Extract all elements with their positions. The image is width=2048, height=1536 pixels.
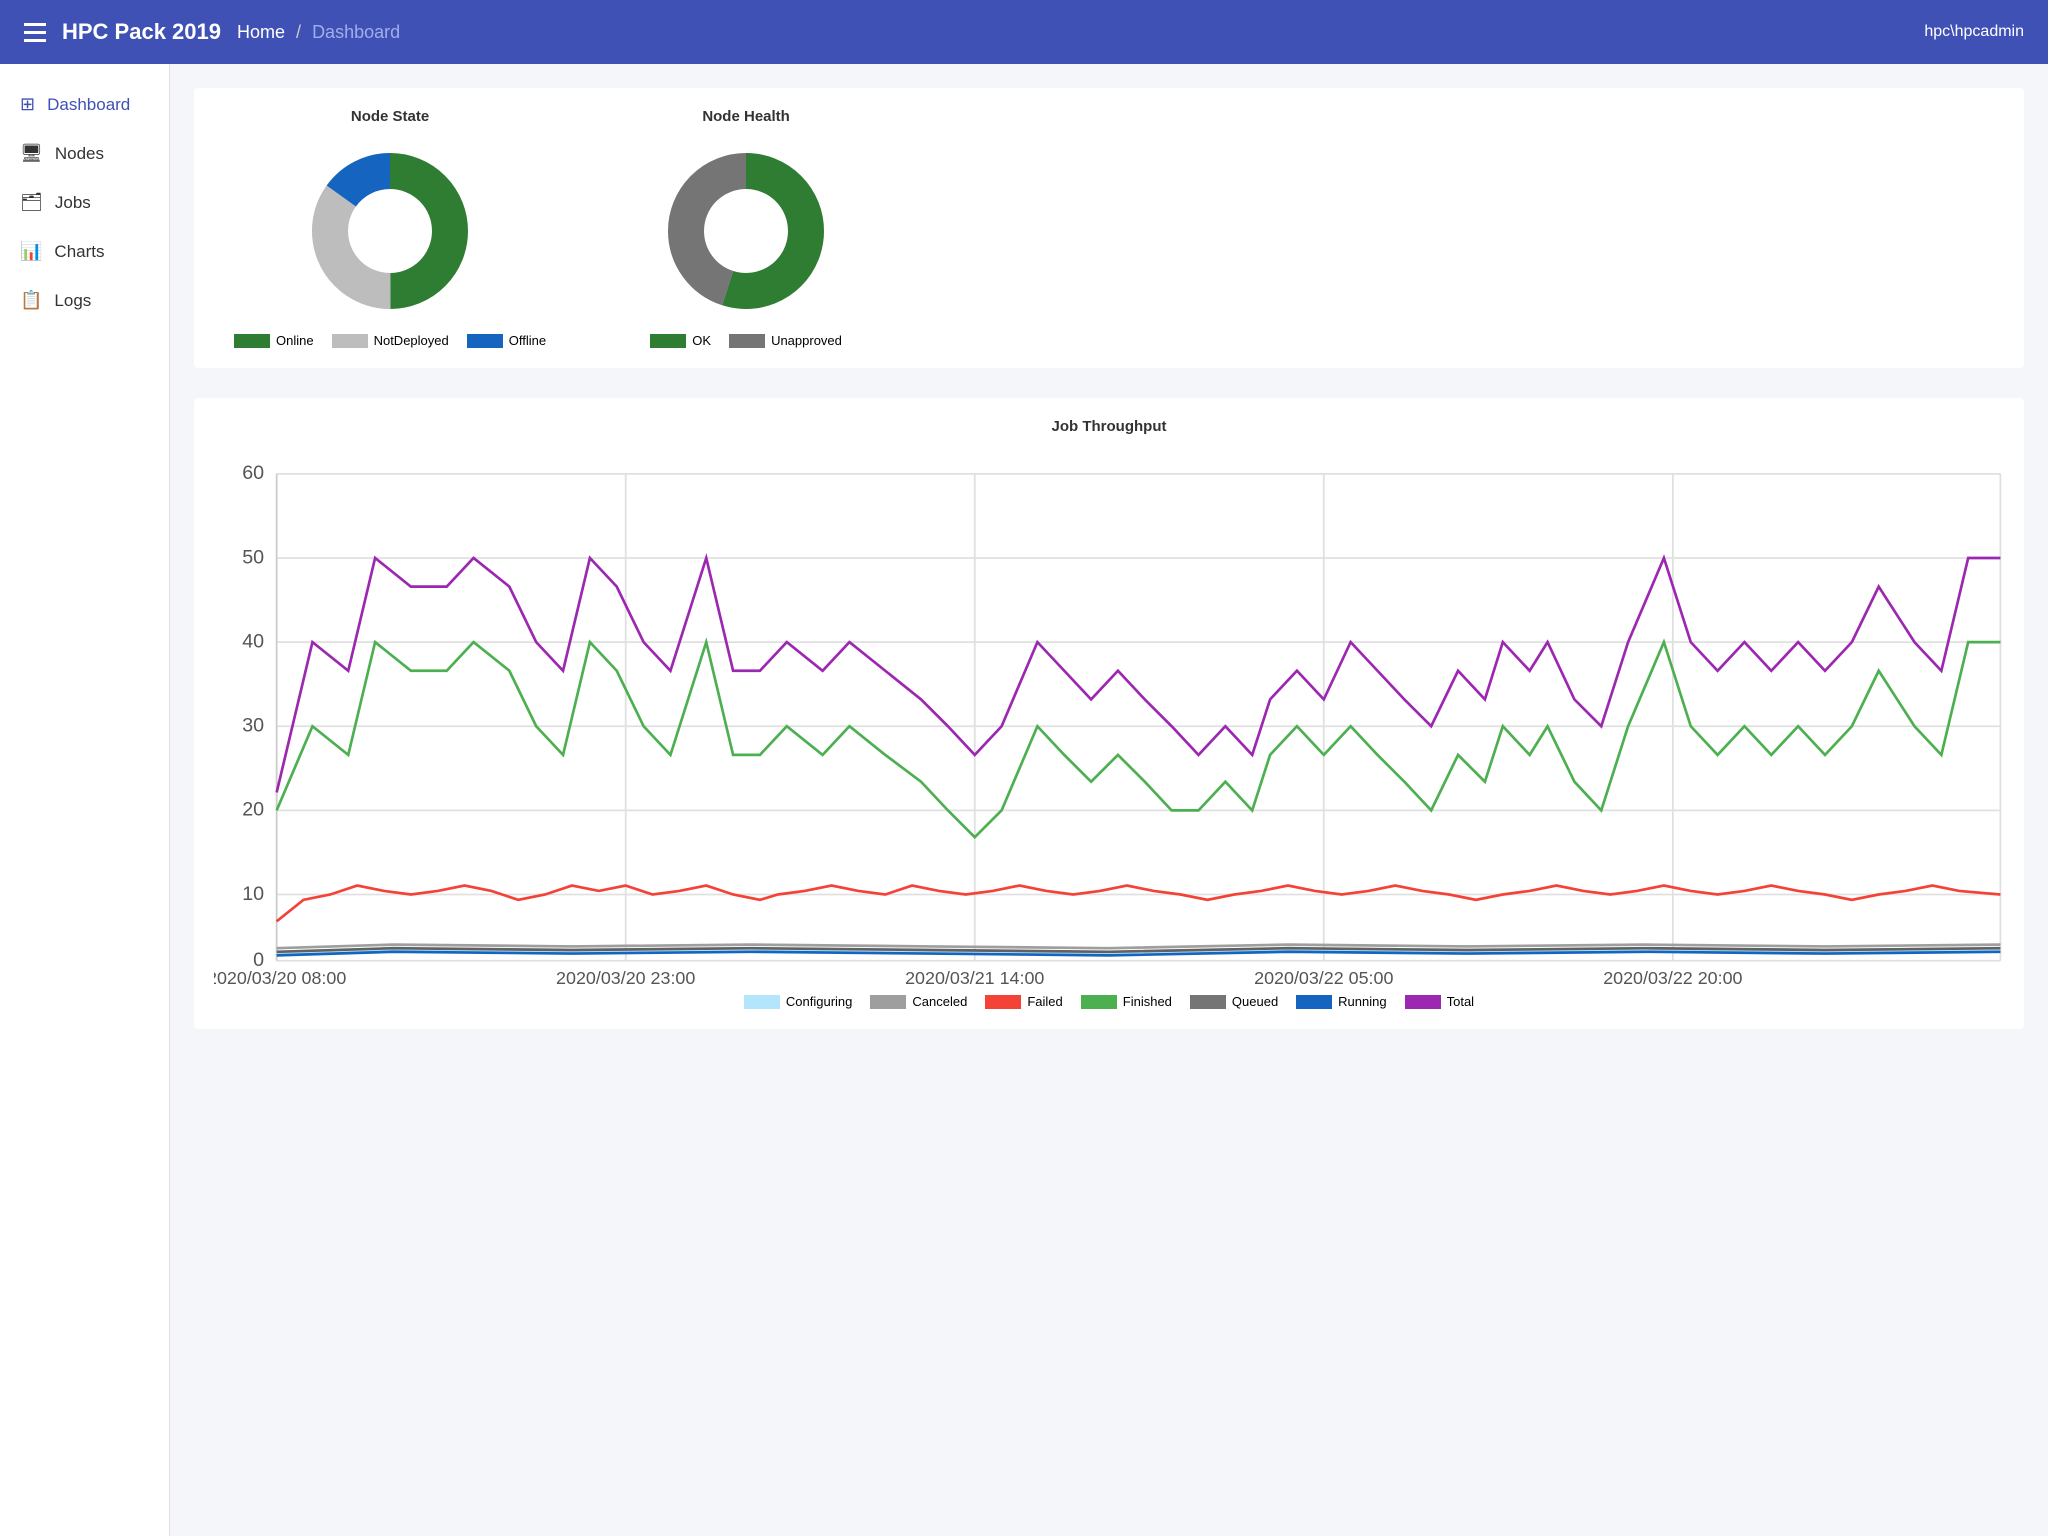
- legend-canceled: Canceled: [870, 994, 967, 1009]
- notdeployed-color: [332, 334, 368, 348]
- legend-ok: OK: [650, 333, 711, 348]
- job-throughput-chart: Job Throughput 60 50 40 30 20 10 0: [194, 398, 2024, 1029]
- sidebar-item-dashboard[interactable]: ⊞ Dashboard: [0, 80, 169, 129]
- donut-charts-row: Node State Onlin: [194, 88, 2024, 368]
- node-state-svg: [290, 141, 490, 321]
- sidebar: ⊞ Dashboard 🖥 Nodes 🗂 Jobs 📊 Charts 📋 Lo…: [0, 64, 170, 1536]
- running-label: Running: [1338, 994, 1386, 1009]
- job-throughput-title: Job Throughput: [214, 418, 2004, 435]
- offline-label: Offline: [509, 333, 546, 348]
- breadcrumb-sep: /: [296, 22, 301, 42]
- chart-legend: Configuring Canceled Failed Finished Que…: [214, 994, 2004, 1009]
- legend-total: Total: [1405, 994, 1474, 1009]
- sidebar-label-charts: Charts: [54, 242, 104, 262]
- main-content: Node State Onlin: [170, 64, 2048, 1536]
- sidebar-item-charts[interactable]: 📊 Charts: [0, 227, 169, 276]
- running-color: [1296, 995, 1332, 1009]
- total-color: [1405, 995, 1441, 1009]
- legend-failed: Failed: [985, 994, 1062, 1009]
- canceled-label: Canceled: [912, 994, 967, 1009]
- sidebar-label-dashboard: Dashboard: [47, 95, 130, 115]
- ok-color: [650, 334, 686, 348]
- breadcrumb: Home / Dashboard: [237, 22, 400, 43]
- svg-text:40: 40: [242, 630, 264, 652]
- svg-text:2020/03/20 23:00: 2020/03/20 23:00: [556, 968, 695, 984]
- svg-text:2020/03/20 08:00: 2020/03/20 08:00: [214, 968, 346, 984]
- legend-online: Online: [234, 333, 314, 348]
- node-state-legend: Online NotDeployed Offline: [234, 333, 546, 348]
- legend-unapproved: Unapproved: [729, 333, 842, 348]
- legend-finished: Finished: [1081, 994, 1172, 1009]
- svg-text:2020/03/21 14:00: 2020/03/21 14:00: [905, 968, 1044, 984]
- node-health-chart: Node Health OK Unapprove: [646, 108, 846, 348]
- sidebar-label-jobs: Jobs: [55, 193, 91, 213]
- legend-notdeployed: NotDeployed: [332, 333, 449, 348]
- node-health-legend: OK Unapproved: [650, 333, 842, 348]
- canceled-color: [870, 995, 906, 1009]
- finished-label: Finished: [1123, 994, 1172, 1009]
- nodes-icon: 🖥: [20, 143, 43, 164]
- unapproved-label: Unapproved: [771, 333, 842, 348]
- breadcrumb-home[interactable]: Home: [237, 22, 285, 42]
- legend-offline: Offline: [467, 333, 546, 348]
- job-throughput-svg: 60 50 40 30 20 10 0: [214, 447, 2004, 984]
- node-health-svg: [646, 141, 846, 321]
- failed-color: [985, 995, 1021, 1009]
- unapproved-color: [729, 334, 765, 348]
- sidebar-label-nodes: Nodes: [55, 144, 104, 164]
- breadcrumb-current: Dashboard: [312, 22, 400, 42]
- svg-text:10: 10: [242, 883, 264, 905]
- ok-label: OK: [692, 333, 711, 348]
- charts-icon: 📊: [20, 241, 42, 262]
- online-label: Online: [276, 333, 314, 348]
- legend-configuring: Configuring: [744, 994, 853, 1009]
- queued-label: Queued: [1232, 994, 1278, 1009]
- legend-running: Running: [1296, 994, 1386, 1009]
- user-label: hpc\hpcadmin: [1924, 23, 2024, 41]
- svg-text:60: 60: [242, 462, 264, 484]
- sidebar-item-jobs[interactable]: 🗂 Jobs: [0, 178, 169, 227]
- sidebar-item-nodes[interactable]: 🖥 Nodes: [0, 129, 169, 178]
- configuring-label: Configuring: [786, 994, 853, 1009]
- node-health-title: Node Health: [702, 108, 790, 125]
- online-color: [234, 334, 270, 348]
- sidebar-item-logs[interactable]: 📋 Logs: [0, 276, 169, 325]
- svg-text:2020/03/22 05:00: 2020/03/22 05:00: [1254, 968, 1393, 984]
- svg-text:30: 30: [242, 715, 264, 737]
- dashboard-icon: ⊞: [20, 94, 35, 115]
- app-title: HPC Pack 2019: [62, 19, 221, 45]
- offline-color: [467, 334, 503, 348]
- sidebar-label-logs: Logs: [54, 291, 91, 311]
- svg-text:50: 50: [242, 546, 264, 568]
- logs-icon: 📋: [20, 290, 42, 311]
- notdeployed-label: NotDeployed: [374, 333, 449, 348]
- hamburger-menu[interactable]: [24, 23, 46, 42]
- legend-queued: Queued: [1190, 994, 1278, 1009]
- node-state-title: Node State: [351, 108, 429, 125]
- total-label: Total: [1447, 994, 1474, 1009]
- configuring-color: [744, 995, 780, 1009]
- node-state-chart: Node State Onlin: [234, 108, 546, 348]
- svg-text:20: 20: [242, 799, 264, 821]
- jobs-icon: 🗂: [20, 192, 43, 213]
- svg-text:2020/03/22 20:00: 2020/03/22 20:00: [1603, 968, 1742, 984]
- topbar: HPC Pack 2019 Home / Dashboard hpc\hpcad…: [0, 0, 2048, 64]
- failed-label: Failed: [1027, 994, 1062, 1009]
- finished-color: [1081, 995, 1117, 1009]
- queued-color: [1190, 995, 1226, 1009]
